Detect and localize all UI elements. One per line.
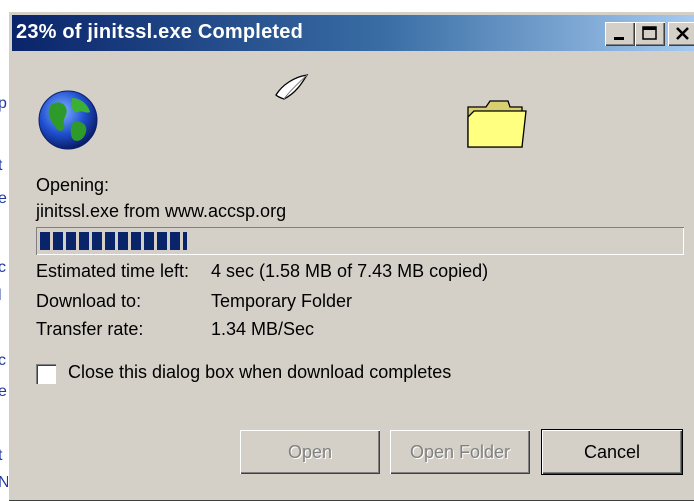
- download-to-value: Temporary Folder: [211, 291, 353, 311]
- download-progress-bar: [36, 227, 684, 255]
- estimated-time-label: Estimated time left:: [36, 261, 190, 281]
- close-when-done-checkbox[interactable]: [36, 364, 56, 384]
- estimated-time-value: 4 sec (1.58 MB of 7.43 MB copied): [211, 261, 489, 281]
- opening-label: Opening:: [36, 175, 110, 195]
- folder-icon: [467, 100, 527, 148]
- close-button[interactable]: [668, 22, 694, 46]
- progress-fill: [40, 232, 187, 250]
- transfer-rate-value: 1.34 MB/Sec: [211, 319, 315, 339]
- window-title: 23% of jinitssl.exe Completed: [16, 21, 303, 43]
- download-dialog: 23% of jinitssl.exe Completed Opening: j…: [8, 11, 694, 501]
- flying-paper-icon: [275, 74, 309, 100]
- open-folder-button[interactable]: Open Folder: [390, 430, 530, 474]
- maximize-icon: [642, 26, 657, 40]
- title-bar[interactable]: 23% of jinitssl.exe Completed: [12, 15, 694, 51]
- maximize-button[interactable]: [635, 22, 665, 46]
- minimize-button[interactable]: [605, 22, 635, 46]
- cancel-button[interactable]: Cancel: [542, 430, 682, 474]
- file-source-text: jinitssl.exe from www.accsp.org: [36, 201, 287, 221]
- globe-icon: [38, 90, 98, 150]
- transfer-rate-label: Transfer rate:: [36, 319, 144, 339]
- open-button[interactable]: Open: [240, 430, 380, 474]
- close-icon: [676, 27, 689, 40]
- download-to-label: Download to:: [36, 291, 142, 311]
- minimize-icon: [614, 37, 624, 40]
- close-when-done-label[interactable]: Close this dialog box when download comp…: [68, 362, 451, 383]
